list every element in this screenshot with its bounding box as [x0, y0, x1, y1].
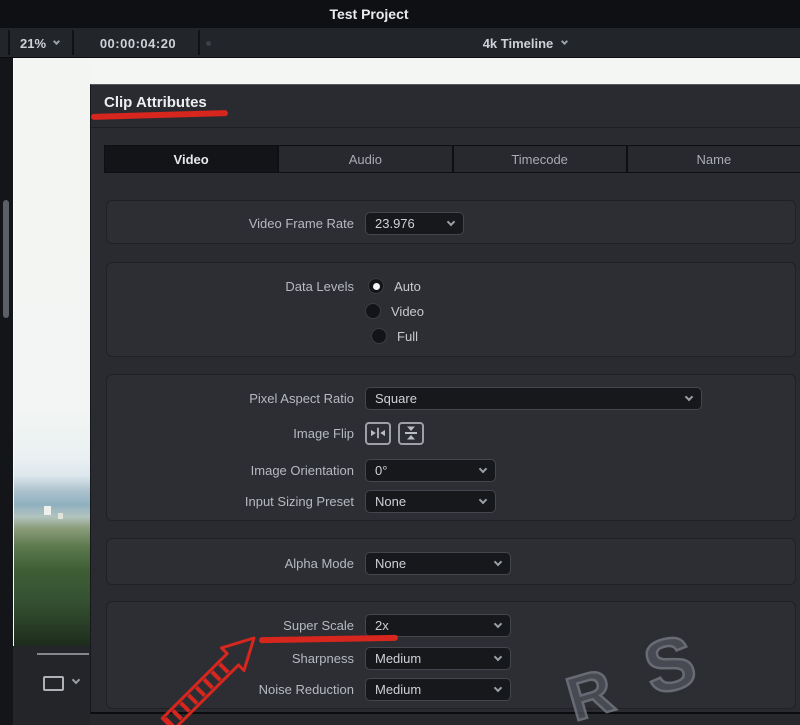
frame-rate-label: Video Frame Rate: [107, 216, 354, 231]
tab-video[interactable]: Video: [105, 146, 279, 172]
scrollbar-thumb[interactable]: [3, 200, 9, 318]
image-orientation-dropdown[interactable]: 0°: [365, 459, 496, 482]
image-orientation-label: Image Orientation: [107, 463, 354, 478]
section-frame-rate: Video Frame Rate 23.976: [106, 200, 796, 244]
radio-selected-icon: [368, 278, 384, 294]
chevron-down-icon: [494, 683, 502, 691]
preview-building: [58, 513, 63, 519]
radio-video[interactable]: Video: [365, 303, 424, 319]
section-geometry: Pixel Aspect Ratio Square Image Flip: [106, 374, 796, 521]
super-scale-dropdown[interactable]: 2x: [365, 614, 511, 637]
radio-icon: [365, 303, 381, 319]
flip-horizontal-icon[interactable]: [365, 422, 391, 445]
pixel-aspect-ratio-row: Pixel Aspect Ratio Square: [107, 386, 795, 410]
image-orientation-row: Image Orientation 0°: [107, 458, 795, 482]
data-levels-radio-group: Auto Video Full: [365, 278, 424, 344]
viewer-toolbar: 21% 00:00:04:20 4k Timeline: [0, 28, 800, 58]
image-flip-row: Image Flip: [107, 421, 795, 445]
image-flip-label: Image Flip: [107, 426, 354, 441]
alpha-mode-row: Alpha Mode None: [107, 551, 795, 575]
timecode-value: 00:00:04:20: [100, 36, 176, 51]
alpha-mode-dropdown[interactable]: None: [365, 552, 511, 575]
zoom-level-value: 21%: [20, 36, 46, 51]
data-levels-label: Data Levels: [107, 279, 354, 294]
radio-auto[interactable]: Auto: [368, 278, 421, 294]
timeline-name: 4k Timeline: [483, 36, 554, 51]
project-title: Test Project: [329, 6, 408, 22]
chevron-down-icon: [494, 619, 502, 627]
video-preview-strip: [13, 58, 800, 85]
chevron-down-icon[interactable]: [72, 676, 80, 684]
toolbar-divider: [8, 30, 10, 55]
pixel-aspect-ratio-dropdown[interactable]: Square: [365, 387, 702, 410]
sharpness-dropdown[interactable]: Medium: [365, 647, 511, 670]
tab-name[interactable]: Name: [628, 146, 800, 172]
zoom-level-dropdown[interactable]: 21%: [12, 28, 70, 58]
chevron-down-icon: [53, 38, 60, 45]
chevron-down-icon: [561, 38, 568, 45]
toolbar-divider: [72, 30, 74, 55]
chevron-down-icon: [685, 392, 693, 400]
section-alpha: Alpha Mode None: [106, 538, 796, 585]
chevron-down-icon: [479, 464, 487, 472]
input-sizing-preset-label: Input Sizing Preset: [107, 494, 354, 509]
clip-attributes-dialog: Clip Attributes Video Audio Timecode Nam…: [90, 84, 800, 714]
input-sizing-preset-row: Input Sizing Preset None: [107, 489, 795, 513]
dialog-title: Clip Attributes: [104, 94, 207, 111]
dialog-tab-bar: Video Audio Timecode Name: [104, 145, 800, 173]
noise-reduction-dropdown[interactable]: Medium: [365, 678, 511, 701]
chevron-down-icon: [447, 217, 455, 225]
video-preview-image: [13, 58, 90, 646]
chevron-down-icon: [494, 557, 502, 565]
frame-rate-row: Video Frame Rate 23.976: [107, 211, 795, 235]
chevron-down-icon: [494, 652, 502, 660]
pixel-aspect-ratio-label: Pixel Aspect Ratio: [107, 391, 354, 406]
annotation-arrow-icon: [138, 628, 268, 725]
toolbar-dot-icon: [206, 41, 211, 46]
chevron-down-icon: [479, 495, 487, 503]
preview-building: [44, 506, 51, 515]
tab-audio[interactable]: Audio: [279, 146, 453, 172]
timeline-selector-dropdown[interactable]: 4k Timeline: [250, 28, 800, 58]
section-data-levels: Data Levels Auto Video Full: [106, 262, 796, 357]
toolbar-divider: [198, 30, 200, 55]
dialog-separator: [91, 127, 800, 128]
tab-timecode[interactable]: Timecode: [454, 146, 628, 172]
alpha-mode-label: Alpha Mode: [107, 556, 354, 571]
left-scrollbar-rail: [0, 58, 13, 725]
timecode-display[interactable]: 00:00:04:20: [80, 28, 196, 58]
radio-icon: [371, 328, 387, 344]
flip-vertical-icon[interactable]: [398, 422, 424, 445]
window-titlebar: Test Project: [0, 0, 800, 28]
input-sizing-preset-dropdown[interactable]: None: [365, 490, 496, 513]
frame-rate-dropdown[interactable]: 23.976: [365, 212, 464, 235]
data-levels-row: Data Levels Auto Video Full: [107, 278, 795, 351]
panel-divider: [37, 653, 89, 655]
viewer-bottom-panel: [13, 646, 90, 725]
radio-full[interactable]: Full: [371, 328, 418, 344]
crop-icon[interactable]: [43, 676, 64, 691]
